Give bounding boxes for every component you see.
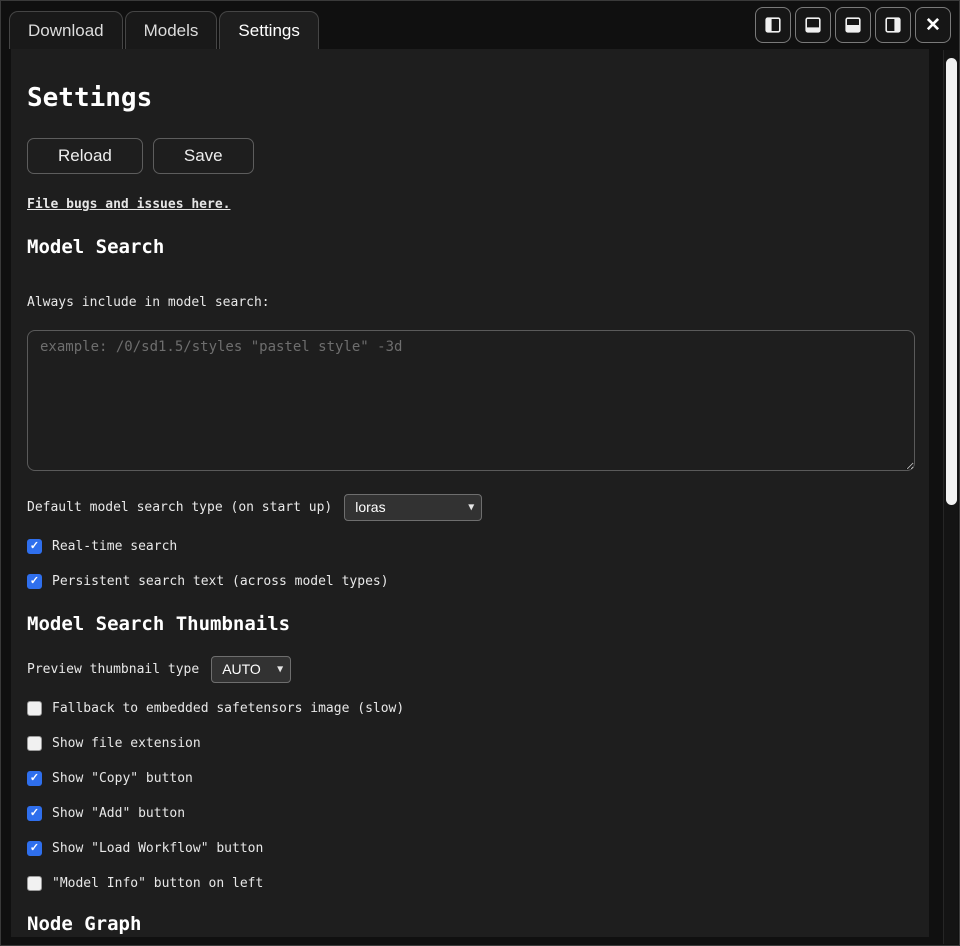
settings-panel: Settings Reload Save File bugs and issue… bbox=[11, 49, 929, 937]
tab-settings-label: Settings bbox=[238, 21, 299, 41]
window-controls: ✕ bbox=[755, 7, 951, 49]
show-load-workflow-label: Show "Load Workflow" button bbox=[52, 841, 263, 856]
page-title: Settings bbox=[27, 85, 915, 112]
model-search-heading: Model Search bbox=[27, 237, 915, 259]
model-info-left-label: "Model Info" button on left bbox=[52, 876, 263, 891]
layout-left-icon bbox=[763, 15, 783, 35]
model-info-left-checkbox-row[interactable]: ✓ "Model Info" button on left bbox=[27, 876, 915, 892]
reload-button[interactable]: Reload bbox=[27, 138, 143, 174]
app-window: Download Models Settings bbox=[0, 0, 960, 946]
fallback-safetensors-label: Fallback to embedded safetensors image (… bbox=[52, 701, 404, 716]
default-search-type-select[interactable]: loras bbox=[344, 494, 482, 521]
show-load-workflow-checkbox-row[interactable]: ✓ Show "Load Workflow" button bbox=[27, 841, 915, 857]
default-search-type-label: Default model search type (on start up) bbox=[27, 500, 332, 515]
realtime-search-label: Real-time search bbox=[52, 539, 177, 554]
layout-bottom-expand-icon bbox=[843, 15, 863, 35]
default-search-type-row: Default model search type (on start up) … bbox=[27, 494, 915, 521]
check-icon: ✓ bbox=[30, 541, 39, 552]
dock-bottom-button[interactable] bbox=[795, 7, 831, 43]
close-icon: ✕ bbox=[925, 16, 941, 35]
vertical-scrollbar-thumb[interactable] bbox=[946, 58, 957, 505]
realtime-search-checkbox-row[interactable]: ✓ Real-time search bbox=[27, 539, 915, 555]
dock-left-button[interactable] bbox=[755, 7, 791, 43]
check-icon: ✓ bbox=[30, 808, 39, 819]
show-file-extension-checkbox-row[interactable]: ✓ Show file extension bbox=[27, 736, 915, 752]
show-copy-button-checkbox[interactable]: ✓ bbox=[27, 771, 42, 786]
fallback-safetensors-checkbox-row[interactable]: ✓ Fallback to embedded safetensors image… bbox=[27, 701, 915, 717]
default-search-type-select-wrap: loras ▾ bbox=[344, 494, 482, 521]
show-load-workflow-checkbox[interactable]: ✓ bbox=[27, 841, 42, 856]
persistent-search-checkbox[interactable]: ✓ bbox=[27, 574, 42, 589]
thumbnails-heading: Model Search Thumbnails bbox=[27, 614, 915, 636]
show-copy-button-label: Show "Copy" button bbox=[52, 771, 193, 786]
tab-settings[interactable]: Settings bbox=[219, 11, 318, 49]
model-info-left-checkbox[interactable]: ✓ bbox=[27, 876, 42, 891]
dock-right-button[interactable] bbox=[875, 7, 911, 43]
layout-bottom-icon bbox=[803, 15, 823, 35]
show-file-extension-label: Show file extension bbox=[52, 736, 201, 751]
show-copy-button-checkbox-row[interactable]: ✓ Show "Copy" button bbox=[27, 771, 915, 787]
node-graph-heading: Node Graph bbox=[27, 914, 915, 936]
preview-thumbnail-select[interactable]: AUTO bbox=[211, 656, 291, 683]
always-include-label: Always include in model search: bbox=[27, 295, 915, 311]
check-icon: ✓ bbox=[30, 843, 39, 854]
tab-bar: Download Models Settings bbox=[1, 1, 959, 49]
check-icon: ✓ bbox=[30, 576, 39, 587]
tab-models-label: Models bbox=[144, 21, 199, 41]
fallback-safetensors-checkbox[interactable]: ✓ bbox=[27, 701, 42, 716]
always-include-textarea[interactable] bbox=[27, 330, 915, 471]
file-bugs-link[interactable]: File bugs and issues here. bbox=[27, 197, 231, 212]
realtime-search-checkbox[interactable]: ✓ bbox=[27, 539, 42, 554]
vertical-scrollbar-track[interactable] bbox=[943, 50, 958, 944]
preview-thumbnail-select-wrap: AUTO ▾ bbox=[211, 656, 291, 683]
bugs-link-row: File bugs and issues here. bbox=[27, 194, 915, 213]
dock-bottom-expand-button[interactable] bbox=[835, 7, 871, 43]
preview-thumbnail-label: Preview thumbnail type bbox=[27, 662, 199, 677]
show-add-button-checkbox-row[interactable]: ✓ Show "Add" button bbox=[27, 806, 915, 822]
persistent-search-label: Persistent search text (across model typ… bbox=[52, 574, 389, 589]
persistent-search-checkbox-row[interactable]: ✓ Persistent search text (across model t… bbox=[27, 574, 915, 590]
tab-download-label: Download bbox=[28, 21, 104, 41]
action-button-row: Reload Save bbox=[27, 138, 915, 174]
preview-thumbnail-row: Preview thumbnail type AUTO ▾ bbox=[27, 656, 915, 683]
layout-right-icon bbox=[883, 15, 903, 35]
show-add-button-label: Show "Add" button bbox=[52, 806, 185, 821]
tab-download[interactable]: Download bbox=[9, 11, 123, 49]
save-button[interactable]: Save bbox=[153, 138, 254, 174]
close-button[interactable]: ✕ bbox=[915, 7, 951, 43]
check-icon: ✓ bbox=[30, 773, 39, 784]
tab-models[interactable]: Models bbox=[125, 11, 218, 49]
show-add-button-checkbox[interactable]: ✓ bbox=[27, 806, 42, 821]
show-file-extension-checkbox[interactable]: ✓ bbox=[27, 736, 42, 751]
